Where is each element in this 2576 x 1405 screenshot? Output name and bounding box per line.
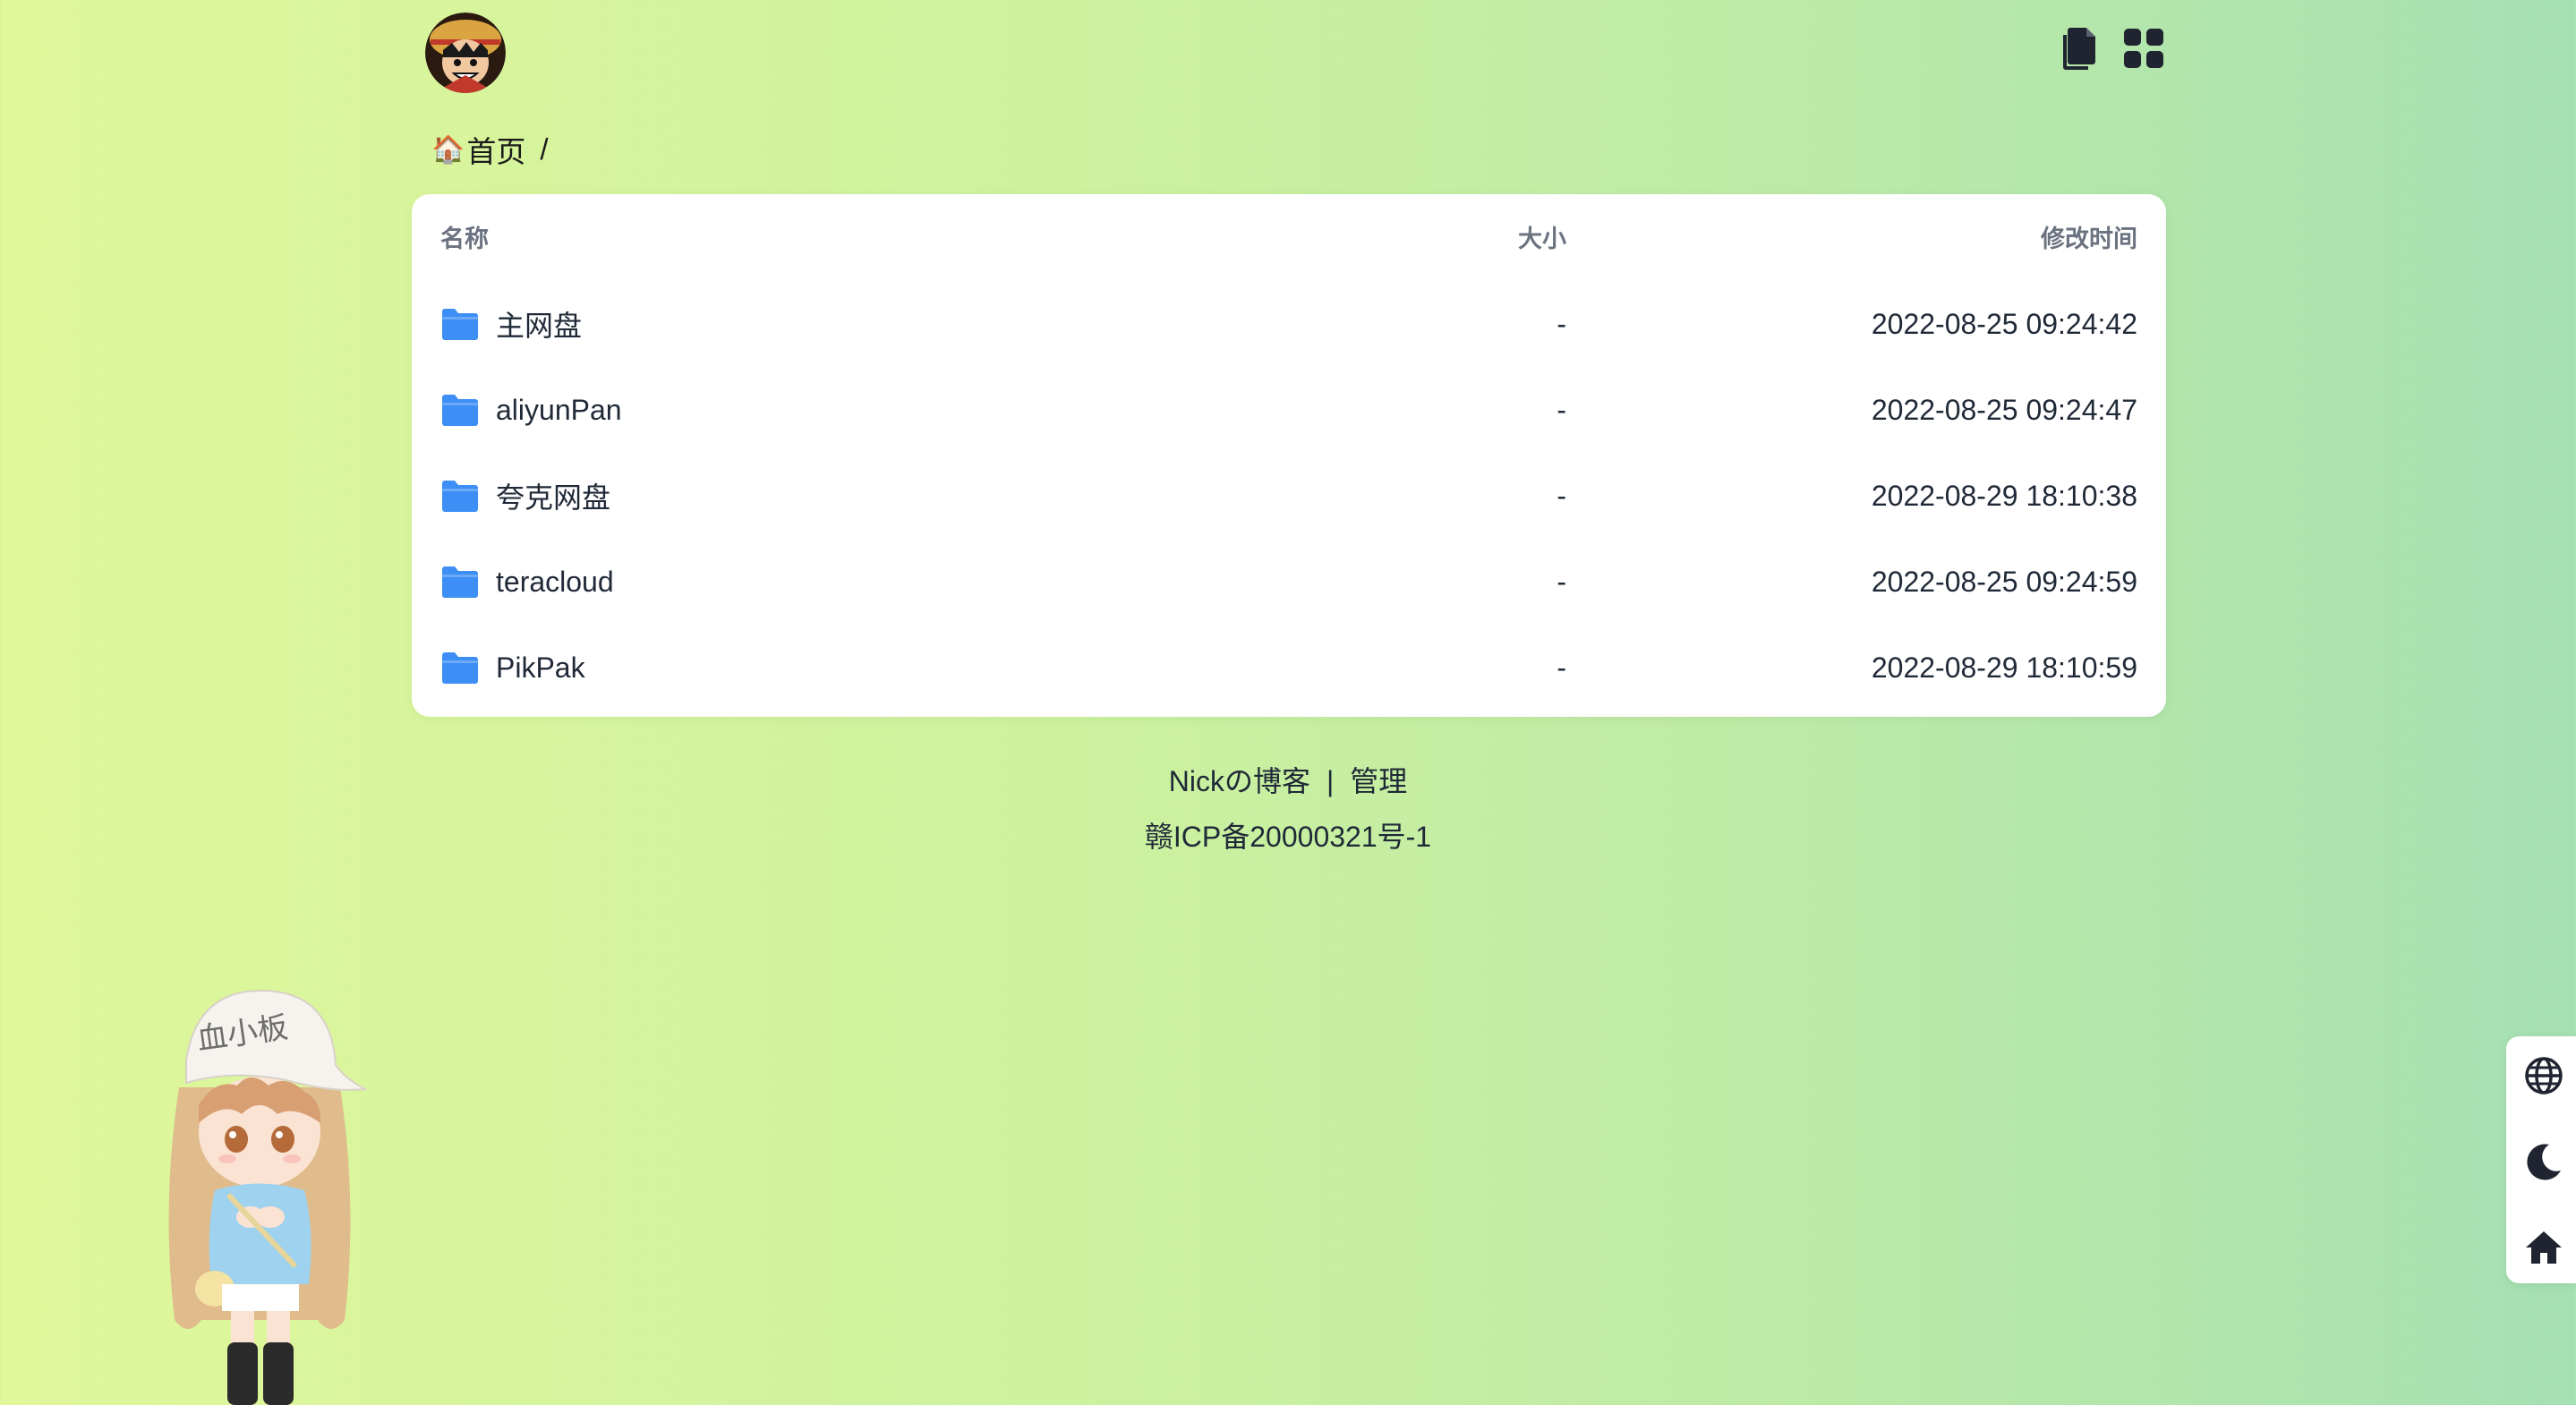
folder-icon — [440, 306, 480, 342]
file-name: 主网盘 — [496, 310, 583, 342]
home-icon[interactable] — [2524, 1228, 2563, 1267]
file-modified: 2022-08-29 18:10:38 — [1871, 480, 2137, 512]
file-list-card: 名称 大小 修改时间 主网盘 - 2022-08-25 09:24:42 ali… — [412, 194, 2166, 717]
blog-link[interactable]: Nickの博客 — [1169, 765, 1310, 797]
table-row[interactable]: 主网盘 - 2022-08-25 09:24:42 — [412, 281, 2166, 367]
top-bar — [412, 0, 2166, 107]
file-size: - — [1557, 394, 1566, 426]
column-header-name[interactable]: 名称 — [440, 219, 489, 254]
file-name: aliyunPan — [496, 393, 622, 426]
file-name: teracloud — [496, 565, 614, 598]
breadcrumb-separator: / — [540, 132, 549, 166]
icp-link[interactable]: 赣ICP备20000321号-1 — [1145, 821, 1431, 853]
table-row[interactable]: teracloud - 2022-08-25 09:24:59 — [412, 539, 2166, 625]
file-size: - — [1557, 480, 1566, 512]
breadcrumb-home-link[interactable]: 首页 — [466, 128, 525, 171]
folder-icon — [440, 392, 480, 428]
file-modified: 2022-08-25 09:24:42 — [1871, 308, 2137, 340]
table-row[interactable]: 夸克网盘 - 2022-08-29 18:10:38 — [412, 453, 2166, 539]
home-emoji-icon[interactable]: 🏠 — [431, 134, 465, 166]
table-row[interactable]: PikPak - 2022-08-29 18:10:59 — [412, 625, 2166, 711]
folder-icon — [440, 564, 480, 600]
file-modified: 2022-08-29 18:10:59 — [1871, 651, 2137, 684]
mascot-image: 血小板 — [168, 989, 369, 1405]
breadcrumb: 🏠 首页 / — [431, 128, 549, 171]
grid-icon[interactable] — [2121, 23, 2166, 73]
admin-link[interactable]: 管理 — [1350, 765, 1407, 797]
globe-icon[interactable] — [2524, 1056, 2563, 1095]
file-size: - — [1557, 566, 1566, 598]
avatar-image — [425, 13, 506, 93]
folder-icon — [440, 650, 480, 685]
column-header-size[interactable]: 大小 — [1307, 219, 1566, 254]
footer-divider: | — [1326, 765, 1335, 797]
file-modified: 2022-08-25 09:24:59 — [1871, 566, 2137, 598]
moon-icon[interactable] — [2524, 1142, 2563, 1181]
file-size: - — [1557, 651, 1566, 684]
file-modified: 2022-08-25 09:24:47 — [1871, 394, 2137, 426]
file-name: 夸克网盘 — [496, 481, 611, 514]
copy-icon[interactable] — [2057, 23, 2102, 73]
table-header: 名称 大小 修改时间 — [412, 219, 2166, 255]
file-size: - — [1557, 308, 1566, 340]
column-header-modified[interactable]: 修改时间 — [2041, 219, 2137, 254]
footer: Nickの博客 | 管理 赣ICP备20000321号-1 — [0, 759, 2576, 859]
file-name: PikPak — [496, 651, 585, 684]
folder-icon — [440, 478, 480, 514]
avatar[interactable] — [425, 13, 506, 93]
side-tool-panel — [2506, 1036, 2576, 1283]
mascot-character[interactable]: 血小板 — [152, 980, 369, 1405]
table-row[interactable]: aliyunPan - 2022-08-25 09:24:47 — [412, 367, 2166, 453]
